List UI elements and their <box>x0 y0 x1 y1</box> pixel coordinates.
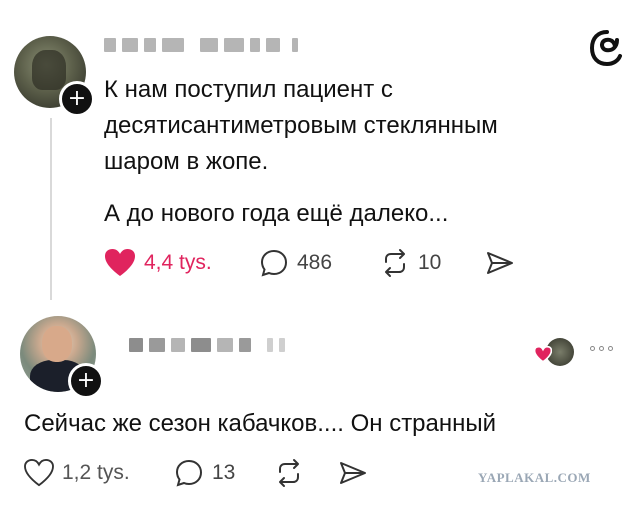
send-icon <box>487 252 513 274</box>
watermark: YAPLAKAL.COM <box>478 470 591 485</box>
post-actions: 4,4 tys. 486 10 <box>104 248 515 278</box>
repost-button[interactable] <box>274 458 338 488</box>
share-button[interactable] <box>485 248 515 278</box>
repost-icon <box>385 249 405 277</box>
author-name-blurred[interactable] <box>129 338 285 352</box>
post-actions: 1,2 tys. 13 <box>24 458 368 488</box>
post-text-line: К нам поступил пациент с <box>104 76 393 103</box>
like-count: 1,2 tys. <box>62 461 130 484</box>
post-text-second: А до нового года ещё далеко... <box>104 200 449 227</box>
post-text: Сейчас же сезон кабачков.... Он странный <box>24 410 497 437</box>
threads-logo-icon <box>589 30 622 67</box>
heart-filled-icon <box>105 249 135 276</box>
like-count: 4,4 tys. <box>144 251 212 274</box>
post-text: К нам поступил пациент с десятисантиметро… <box>104 72 574 180</box>
repost-button[interactable]: 10 <box>380 248 485 278</box>
comment-count: 486 <box>297 251 333 274</box>
speech-bubble-icon <box>175 459 203 487</box>
heart-filled-icon <box>534 346 552 363</box>
like-button[interactable]: 1,2 tys. <box>24 459 174 487</box>
repost-icon <box>279 459 299 487</box>
post-text-line: шаром в жопе. <box>104 148 269 175</box>
follow-plus-icon[interactable]: + <box>59 81 95 117</box>
share-button[interactable] <box>338 458 368 488</box>
post-text-line: десятисантиметровым стеклянным <box>104 112 498 139</box>
comment-count: 13 <box>212 461 236 484</box>
more-dots-icon[interactable] <box>590 346 613 351</box>
repost-count: 10 <box>418 251 442 274</box>
author-name-blurred[interactable] <box>104 38 298 52</box>
thread-connector-line <box>50 118 52 300</box>
speech-bubble-icon <box>260 249 288 277</box>
comment-button[interactable]: 13 <box>174 458 274 488</box>
follow-plus-icon[interactable]: + <box>68 363 104 399</box>
heart-outline-icon <box>24 459 54 487</box>
like-button[interactable]: 4,4 tys. <box>104 248 259 278</box>
comment-button[interactable]: 486 <box>259 248 380 278</box>
send-icon <box>340 462 366 484</box>
